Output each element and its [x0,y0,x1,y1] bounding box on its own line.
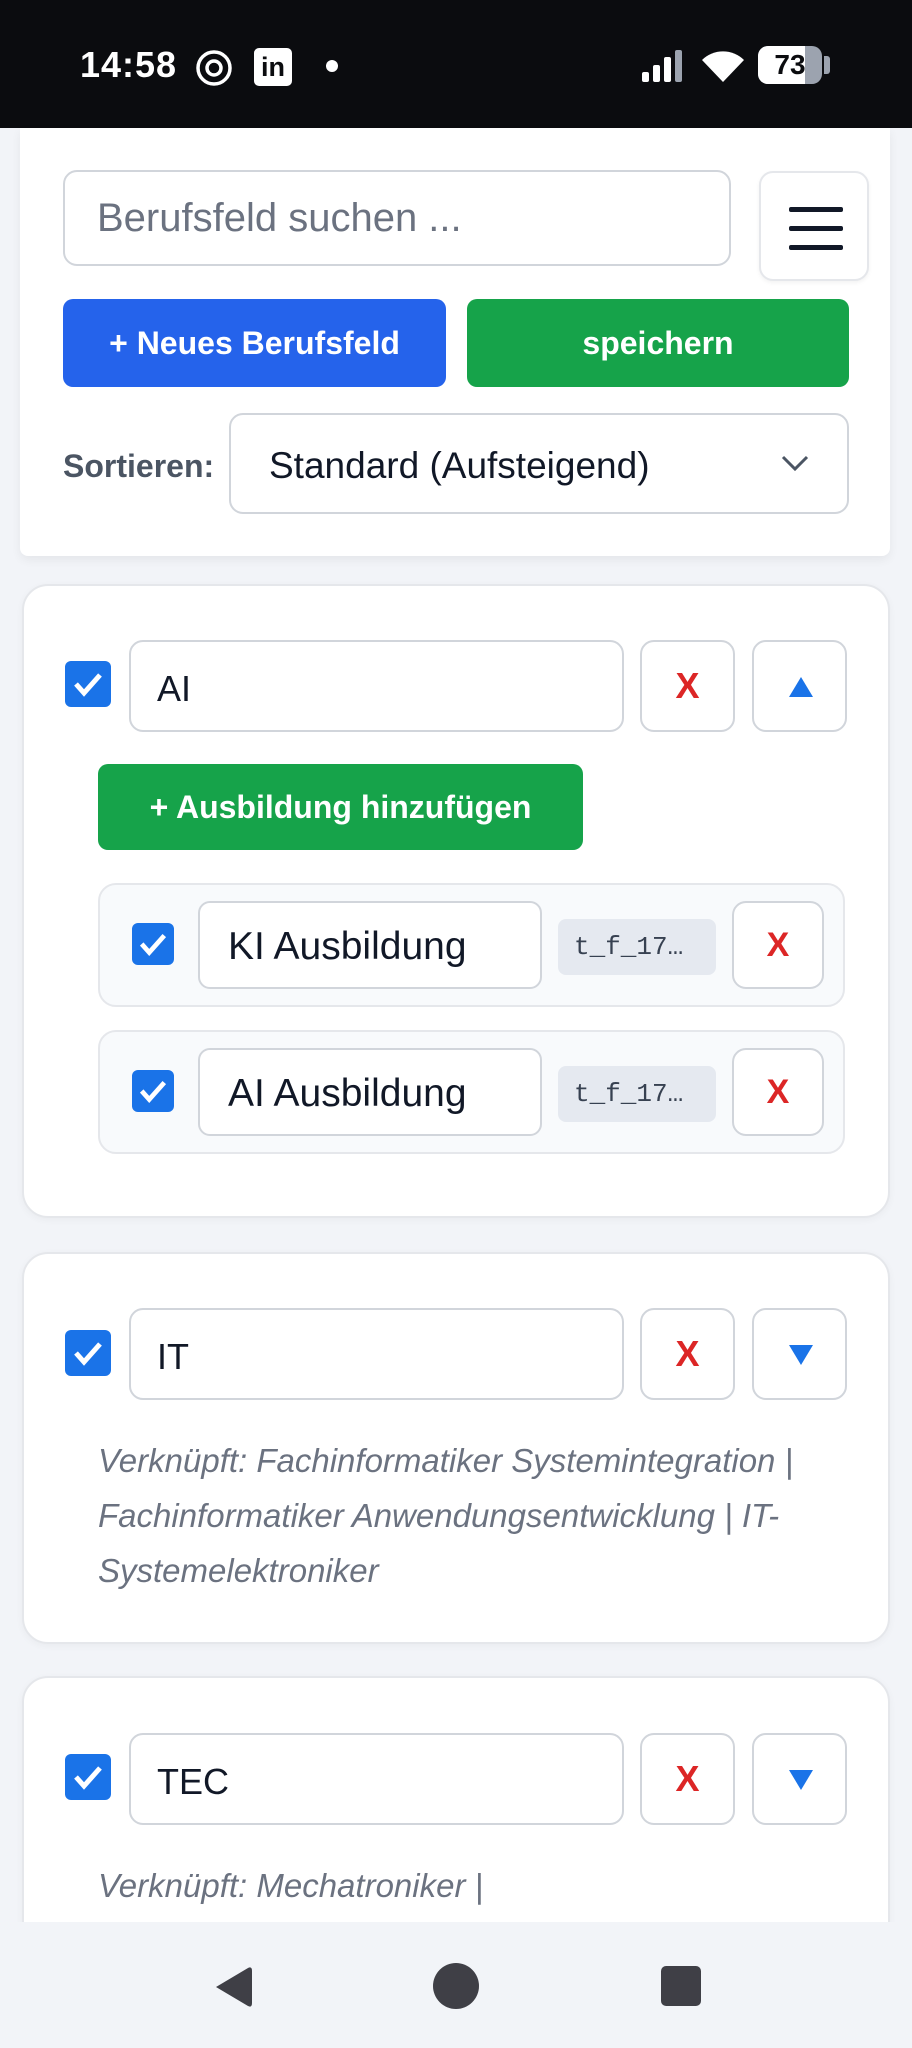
field-checkbox[interactable] [65,661,111,707]
training-id-badge: t_f_17… [558,1066,716,1122]
training-name-input[interactable]: KI Ausbildung [198,901,542,989]
training-name-input[interactable]: AI Ausbildung [198,1048,542,1136]
field-checkbox[interactable] [65,1754,111,1800]
sort-value: Standard (Aufsteigend) [269,445,650,486]
check-icon [74,1766,102,1790]
delete-field-button[interactable]: X [640,1308,735,1400]
delete-training-button[interactable]: X [732,1048,824,1136]
expand-button[interactable] [752,1733,847,1825]
field-name-input[interactable]: TEC [129,1733,624,1825]
battery-tip [824,56,830,74]
collapse-button[interactable] [752,640,847,732]
back-icon[interactable] [212,1964,254,2010]
triangle-down-icon [789,1345,813,1365]
chevron-down-icon [781,455,809,472]
training-name: KI Ausbildung [228,925,467,968]
field-name: AI [157,668,192,709]
status-time: 14:58 [80,44,178,85]
field-name-input[interactable]: IT [129,1308,624,1400]
save-button[interactable]: speichern [467,299,849,387]
delete-training-button[interactable]: X [732,901,824,989]
wifi-icon [702,51,744,82]
new-field-button[interactable]: + Neues Berufsfeld [63,299,446,387]
signal-icon [642,50,682,82]
linkedin-icon: in [254,48,292,86]
training-name: AI Ausbildung [228,1072,467,1115]
training-checkbox[interactable] [132,923,174,965]
battery-level: 73 [774,49,806,80]
recent-apps-icon[interactable] [661,1966,701,2006]
menu-icon-bar [789,245,843,250]
search-input[interactable] [63,170,731,266]
training-id-badge: t_f_17… [558,919,716,975]
check-icon [139,1080,167,1104]
training-item: AI Ausbildung t_f_17… X [98,1030,845,1154]
triangle-up-icon [789,677,813,697]
check-icon [74,1342,102,1366]
home-icon[interactable] [433,1963,479,2009]
triangle-down-icon [789,1770,813,1790]
field-name-input[interactable]: AI [129,640,624,732]
field-name: TEC [157,1761,229,1802]
training-checkbox[interactable] [132,1070,174,1112]
menu-icon [789,207,843,212]
menu-icon-bar [789,226,843,231]
sort-select[interactable]: Standard (Aufsteigend) [229,413,849,514]
hamburger-menu-button[interactable] [759,171,869,281]
delete-field-button[interactable]: X [640,1733,735,1825]
linked-trainings-text: Verknüpft: Mechatroniker | [98,1867,484,1904]
add-training-button[interactable]: + Ausbildung hinzufügen [98,764,583,850]
check-icon [74,673,102,697]
threads-icon [196,50,232,86]
delete-field-button[interactable]: X [640,640,735,732]
status-bar: 14:58 in 73 [0,0,912,128]
expand-button[interactable] [752,1308,847,1400]
field-name: IT [157,1336,189,1377]
notification-dot-icon [326,60,338,72]
battery-icon: 73 [758,46,822,84]
field-checkbox[interactable] [65,1330,111,1376]
sort-label: Sortieren: [63,448,215,484]
system-navigation-bar [0,1922,912,2048]
training-item: KI Ausbildung t_f_17… X [98,883,845,1007]
check-icon [139,933,167,957]
linked-trainings-text: Verknüpft: Fachinformatiker Systemintegr… [98,1442,794,1589]
